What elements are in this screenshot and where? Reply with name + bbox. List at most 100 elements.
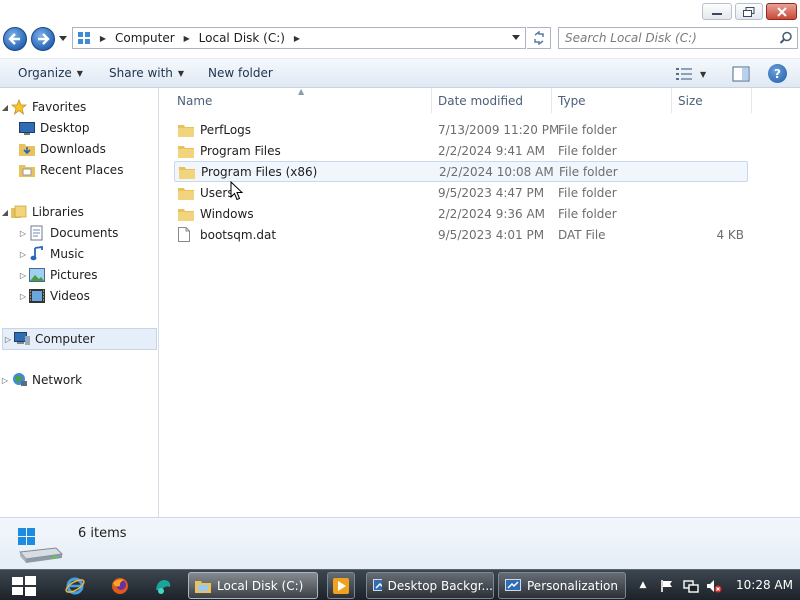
nav-libraries[interactable]: ◢ Libraries — [0, 202, 158, 222]
breadcrumb-separator[interactable]: ▶ — [95, 34, 111, 43]
nav-downloads-label: Downloads — [40, 142, 106, 156]
nav-recent-places[interactable]: Recent Places — [0, 160, 158, 180]
nav-pictures[interactable]: ▷ Pictures — [0, 265, 158, 285]
file-row[interactable]: Program Files 2/2/2024 9:41 AM File fold… — [174, 140, 748, 161]
title-bar: ▶ Computer ▶ Local Disk (C:) ▶ — [0, 0, 800, 58]
expand-arrow-icon[interactable]: ▷ — [3, 335, 13, 344]
chevron-up-icon: ▲ — [639, 580, 647, 590]
close-button[interactable] — [766, 3, 797, 20]
music-icon — [28, 246, 46, 262]
volume-muted-icon[interactable] — [706, 578, 722, 594]
network-tray-icon[interactable] — [683, 578, 699, 594]
nav-documents[interactable]: ▷ Documents — [0, 223, 158, 243]
column-header-name[interactable]: Name ▲ — [160, 87, 432, 113]
nav-music[interactable]: ▷ Music — [0, 244, 158, 264]
file-date: 7/13/2009 11:20 PM — [438, 122, 560, 137]
taskbar-item-media-player[interactable] — [327, 572, 355, 599]
breadcrumb-computer[interactable]: Computer — [111, 31, 179, 45]
nav-pictures-label: Pictures — [50, 268, 98, 282]
column-header-type[interactable]: Type — [552, 88, 672, 113]
refresh-button[interactable] — [527, 27, 551, 49]
search-icon[interactable] — [779, 31, 793, 45]
organize-label: Organize — [18, 66, 72, 80]
breadcrumb-separator[interactable]: ▶ — [289, 34, 305, 43]
file-row[interactable]: Program Files (x86) 2/2/2024 10:08 AM Fi… — [174, 161, 748, 182]
nav-music-label: Music — [50, 247, 85, 261]
internet-explorer-button[interactable] — [64, 575, 86, 597]
collapse-arrow-icon[interactable]: ◢ — [0, 103, 10, 112]
organize-menu-button[interactable]: Organize ▼ — [18, 66, 83, 80]
nav-favorites[interactable]: ◢ Favorites — [0, 97, 158, 117]
nav-computer-label: Computer — [35, 332, 95, 346]
control-panel-icon — [505, 578, 521, 591]
column-header-date-label: Date modified — [438, 93, 524, 108]
search-box[interactable] — [558, 27, 798, 49]
preview-pane-icon[interactable] — [732, 65, 750, 83]
file-date: 9/5/2023 4:01 PM — [438, 227, 545, 242]
search-input[interactable] — [559, 28, 769, 48]
start-button[interactable] — [8, 573, 40, 598]
address-dropdown-button[interactable] — [509, 31, 523, 45]
minimize-button[interactable] — [702, 3, 732, 20]
taskbar-item-label: Local Disk (C:) — [217, 578, 304, 593]
chevron-down-icon: ▼ — [177, 68, 185, 78]
nav-network-label: Network — [32, 373, 83, 387]
taskbar-item-desktop-background[interactable]: Desktop Backgr... — [366, 572, 494, 599]
column-header-size-label: Size — [678, 93, 703, 108]
expand-arrow-icon[interactable]: ▷ — [18, 271, 28, 280]
file-name: Program Files — [200, 143, 281, 158]
nav-downloads[interactable]: Downloads — [0, 139, 158, 159]
taskbar-item-personalization[interactable]: Personalization — [498, 572, 626, 599]
computer-icon — [73, 28, 95, 48]
file-type: File folder — [559, 164, 618, 179]
file-icon — [178, 227, 194, 242]
taskbar-item-local-disk[interactable]: Local Disk (C:) — [188, 572, 318, 599]
action-center-icon[interactable] — [659, 578, 675, 594]
restore-icon — [743, 6, 755, 17]
change-view-button[interactable]: ▼ — [676, 65, 716, 83]
firefox-icon — [112, 578, 128, 594]
windows-logo-icon — [12, 575, 36, 596]
nav-documents-label: Documents — [50, 226, 119, 240]
column-header-date-modified[interactable]: Date modified — [432, 88, 552, 113]
taskbar-item-label: Desktop Backgr... — [387, 578, 493, 593]
nav-videos[interactable]: ▷ Videos — [0, 286, 158, 306]
details-view-icon — [676, 68, 692, 80]
videos-icon — [28, 288, 46, 304]
documents-icon — [28, 225, 46, 241]
mouse-cursor-icon — [230, 181, 244, 201]
collapse-arrow-icon[interactable]: ◢ — [0, 208, 10, 217]
share-with-menu-button[interactable]: Share with ▼ — [109, 66, 184, 80]
breadcrumb-local-disk[interactable]: Local Disk (C:) — [195, 31, 289, 45]
show-hidden-icons-button[interactable]: ▲ — [637, 579, 649, 591]
arrow-left-icon — [8, 33, 20, 45]
taskbar-clock[interactable]: 10:28 AM — [736, 578, 793, 592]
file-row[interactable]: PerfLogs 7/13/2009 11:20 PM File folder — [174, 119, 748, 140]
forward-button[interactable] — [31, 27, 55, 51]
pictures-icon — [28, 267, 46, 283]
recent-pages-button[interactable] — [58, 33, 68, 45]
new-folder-button[interactable]: New folder — [208, 66, 273, 80]
expand-arrow-icon[interactable]: ▷ — [18, 250, 28, 259]
chevron-down-icon: ▼ — [700, 69, 707, 79]
help-button[interactable]: ? — [768, 64, 787, 83]
file-name: PerfLogs — [200, 122, 252, 137]
nav-computer[interactable]: ▷ Computer — [2, 328, 157, 350]
file-row[interactable]: Windows 2/2/2024 9:36 AM File folder — [174, 203, 748, 224]
file-row[interactable]: Users 9/5/2023 4:47 PM File folder — [174, 182, 748, 203]
folder-icon — [178, 123, 194, 137]
file-name: bootsqm.dat — [200, 227, 277, 242]
file-row[interactable]: bootsqm.dat 9/5/2023 4:01 PM DAT File 4 … — [174, 224, 748, 245]
nav-desktop[interactable]: Desktop — [0, 118, 158, 138]
nav-network[interactable]: ▷ Network — [0, 370, 158, 390]
expand-arrow-icon[interactable]: ▷ — [18, 292, 28, 301]
firefox-button[interactable] — [109, 575, 131, 597]
back-button[interactable] — [3, 27, 27, 51]
expand-arrow-icon[interactable]: ▷ — [0, 376, 10, 385]
column-header-size[interactable]: Size — [672, 88, 752, 113]
restore-button[interactable] — [735, 3, 763, 20]
media-app-button[interactable] — [152, 575, 174, 597]
expand-arrow-icon[interactable]: ▷ — [18, 229, 28, 238]
address-bar[interactable]: ▶ Computer ▶ Local Disk (C:) ▶ — [72, 27, 526, 49]
breadcrumb-separator[interactable]: ▶ — [179, 34, 195, 43]
